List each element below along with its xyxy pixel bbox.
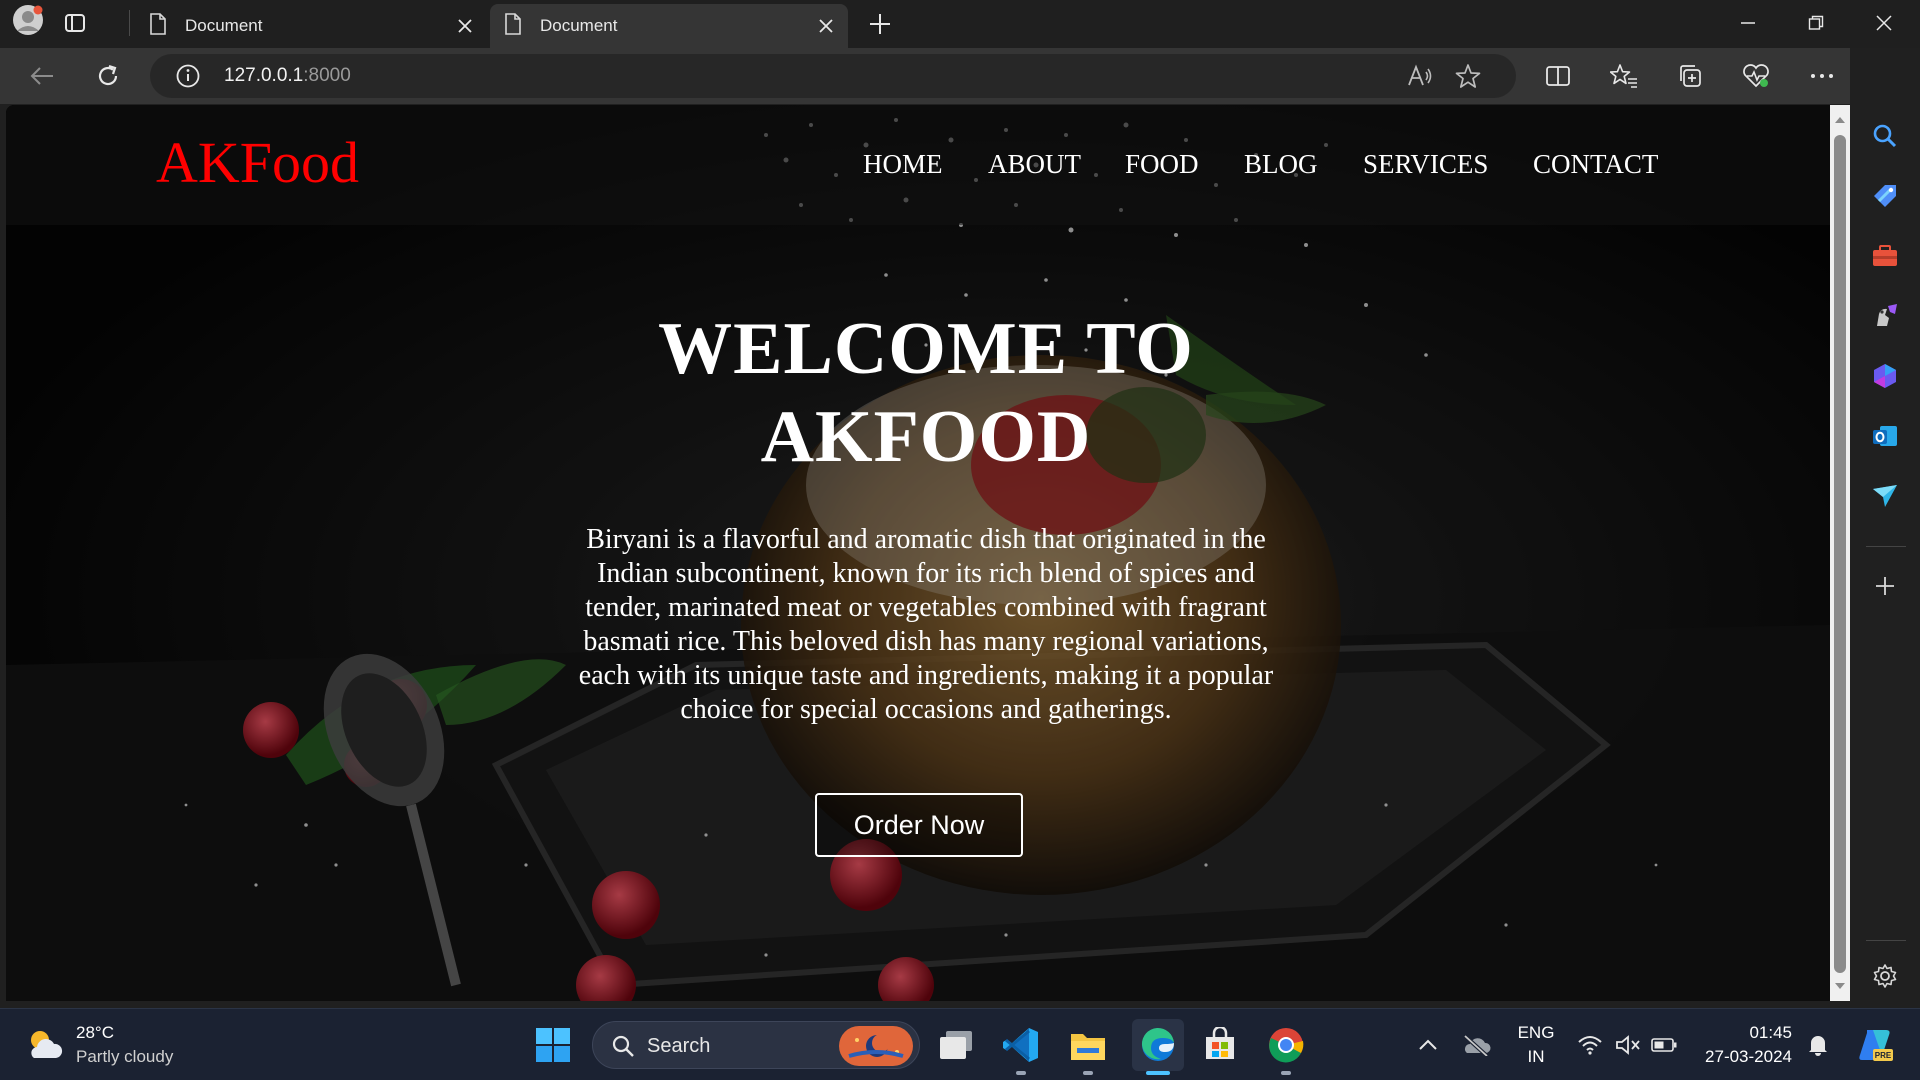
tab-actions-icon[interactable] <box>60 8 90 38</box>
start-icon[interactable] <box>531 1023 575 1067</box>
new-tab-icon[interactable] <box>862 8 898 40</box>
tab-document-1[interactable]: Document <box>135 4 487 48</box>
weather-temperature: 28°C <box>76 1023 114 1042</box>
site-navbar: AKFood HOME ABOUT FOOD BLOG SERVICES CON… <box>6 105 1830 225</box>
url-host: 127.0.0.1 <box>224 65 304 86</box>
notification-bell-icon[interactable] <box>1798 1023 1838 1067</box>
hero-description: Biryani is a flavorful and aromatic dish… <box>578 524 1274 725</box>
vscode-icon[interactable] <box>999 1023 1043 1067</box>
settings-icon[interactable] <box>1865 956 1905 996</box>
profile-avatar-icon[interactable] <box>12 4 44 36</box>
windows-taskbar: 28°C Partly cloudy Search ENG IN 01:45 2… <box>0 1008 1920 1080</box>
search-icon[interactable] <box>1865 116 1905 156</box>
restore-icon[interactable] <box>1782 0 1850 46</box>
tab-divider <box>129 10 130 36</box>
split-screen-icon[interactable] <box>1542 60 1574 92</box>
page-scrollbar[interactable] <box>1830 105 1850 1001</box>
nav-link-blog[interactable]: BLOG <box>1244 149 1318 180</box>
minimize-icon[interactable] <box>1714 0 1782 46</box>
scrollbar-thumb[interactable] <box>1834 135 1846 973</box>
add-icon[interactable] <box>1865 566 1905 606</box>
shopping-tag-icon[interactable] <box>1865 176 1905 216</box>
read-aloud-icon[interactable] <box>1406 62 1434 90</box>
collections-icon[interactable] <box>1674 60 1706 92</box>
tab-document-2[interactable]: Document <box>490 4 848 48</box>
clock-date: 27-03-2024 <box>1705 1047 1792 1066</box>
svg-text:PRE: PRE <box>1875 1051 1892 1060</box>
hero-title: WELCOME TO AKFOOD <box>406 305 1446 481</box>
task-view-icon[interactable] <box>934 1023 978 1067</box>
region-code: IN <box>1527 1047 1545 1066</box>
active-indicator <box>1146 1071 1170 1075</box>
address-bar[interactable]: 127.0.0.1:8000 <box>150 54 1516 98</box>
back-icon[interactable] <box>22 56 62 96</box>
nav-link-about[interactable]: ABOUT <box>988 149 1081 180</box>
clock[interactable]: 01:45 27-03-2024 <box>1696 1021 1792 1069</box>
games-icon[interactable] <box>1865 296 1905 336</box>
edge-sidebar <box>1850 48 1920 1008</box>
drop-icon[interactable] <box>1865 476 1905 516</box>
microsoft-365-icon[interactable] <box>1865 356 1905 396</box>
battery-icon[interactable] <box>1644 1023 1684 1067</box>
browser-toolbar: 127.0.0.1:8000 <box>0 48 1920 104</box>
wifi-icon[interactable] <box>1570 1023 1610 1067</box>
language-code: ENG <box>1517 1023 1555 1042</box>
nav-link-contact[interactable]: CONTACT <box>1533 149 1658 180</box>
document-icon <box>149 12 167 40</box>
favorite-star-icon[interactable] <box>1454 62 1482 90</box>
title-bar: Document Document <box>0 0 1920 48</box>
running-indicator <box>1083 1071 1093 1075</box>
close-icon[interactable] <box>816 16 836 36</box>
sidebar-divider <box>1866 546 1906 547</box>
scroll-down-arrow-icon[interactable] <box>1833 979 1847 993</box>
site-logo[interactable]: AKFood <box>156 129 359 196</box>
more-icon[interactable] <box>1806 60 1838 92</box>
volume-muted-icon[interactable] <box>1608 1023 1648 1067</box>
nav-link-food[interactable]: FOOD <box>1125 149 1199 180</box>
document-icon <box>504 12 522 40</box>
copilot-icon[interactable]: PRE <box>1852 1023 1896 1067</box>
url-port: :8000 <box>303 65 351 86</box>
chevron-up-icon[interactable] <box>1408 1023 1448 1067</box>
info-icon[interactable] <box>174 62 202 90</box>
search-icon <box>612 1035 634 1057</box>
clock-time: 01:45 <box>1749 1023 1792 1042</box>
close-icon[interactable] <box>455 16 475 36</box>
tab-title: Document <box>185 16 263 35</box>
file-explorer-icon[interactable] <box>1066 1023 1110 1067</box>
weather-icon <box>31 1031 63 1058</box>
browser-essentials-icon[interactable] <box>1740 60 1772 92</box>
favorites-icon[interactable] <box>1608 60 1640 92</box>
store-icon[interactable] <box>1198 1023 1242 1067</box>
page-viewport: AKFood HOME ABOUT FOOD BLOG SERVICES CON… <box>6 105 1830 1001</box>
taskbar-search[interactable]: Search <box>592 1021 920 1069</box>
hero-title-line-1: WELCOME TO <box>658 308 1194 390</box>
search-highlight-icon <box>839 1026 913 1066</box>
outlook-icon[interactable] <box>1865 416 1905 456</box>
window-close-icon[interactable] <box>1850 0 1918 46</box>
edge-icon[interactable] <box>1132 1019 1184 1071</box>
running-indicator <box>1016 1071 1026 1075</box>
nav-link-services[interactable]: SERVICES <box>1363 149 1488 180</box>
tab-title: Document <box>540 16 618 35</box>
weather-condition: Partly cloudy <box>76 1047 174 1066</box>
order-now-button[interactable]: Order Now <box>815 793 1023 857</box>
running-indicator <box>1281 1071 1291 1075</box>
weather-widget[interactable]: 28°C Partly cloudy <box>24 1021 173 1069</box>
chrome-icon[interactable] <box>1264 1023 1308 1067</box>
hero-title-line-2: AKFOOD <box>760 396 1092 478</box>
refresh-icon[interactable] <box>88 56 128 96</box>
tools-icon[interactable] <box>1865 236 1905 276</box>
onedrive-icon[interactable] <box>1456 1023 1496 1067</box>
url-text[interactable]: 127.0.0.1:8000 <box>224 65 351 87</box>
nav-link-home[interactable]: HOME <box>863 149 943 180</box>
search-label: Search <box>647 1035 711 1057</box>
scroll-up-arrow-icon[interactable] <box>1833 113 1847 127</box>
sidebar-divider <box>1866 940 1906 941</box>
language-indicator[interactable]: ENG IN <box>1512 1021 1560 1069</box>
